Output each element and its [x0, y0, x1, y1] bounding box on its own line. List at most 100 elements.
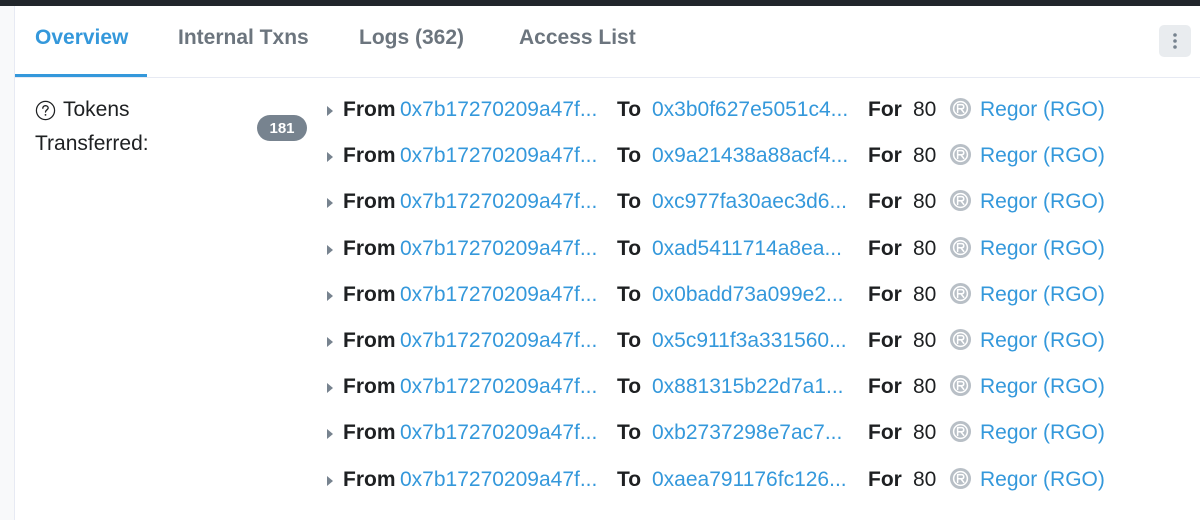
from-label: From	[343, 236, 396, 260]
token-transfer-row: From 0x7b17270209a47f... To 0x9a21438a88acf…	[327, 141, 1187, 171]
token-transfer-row: From 0x7b17270209a47f... To 0xaea791176fc12…	[327, 465, 1187, 495]
token-name-link[interactable]: Regor (RGO)	[980, 144, 1105, 168]
expand-caret-icon[interactable]	[327, 475, 333, 486]
from-address-link[interactable]: 0x7b17270209a47f...	[400, 237, 597, 261]
from-label: From	[343, 98, 396, 121]
for-label: For	[868, 467, 902, 491]
token-transfer-row: From 0x7b17270209a47f... To 0x5c911f3a33156…	[327, 326, 1187, 356]
tab-internal-txns[interactable]: Internal Txns	[178, 26, 309, 50]
transfer-amount: 80	[913, 375, 937, 399]
for-label: For	[868, 144, 902, 168]
to-label: To	[617, 282, 642, 306]
expand-caret-icon[interactable]	[327, 152, 333, 163]
token-transfer-row: From 0x7b17270209a47f... To 0x881315b22d7a1…	[327, 372, 1187, 402]
from-address-link[interactable]: 0x7b17270209a47f...	[400, 98, 597, 122]
from-label: From	[343, 144, 396, 168]
expand-caret-icon[interactable]	[327, 198, 333, 209]
token-name-link[interactable]: Regor (RGO)	[980, 375, 1105, 399]
transfer-amount: 80	[913, 190, 937, 214]
regor-token-icon	[949, 189, 972, 212]
from-label: From	[343, 329, 396, 352]
to-address-link[interactable]: 0x5c911f3a331560...	[652, 329, 847, 353]
regor-token-icon	[949, 236, 972, 259]
from-address-link[interactable]: 0x7b17270209a47f...	[400, 468, 597, 492]
to-label: To	[617, 98, 642, 121]
regor-token-icon	[949, 143, 972, 166]
transfer-amount: 80	[913, 236, 937, 260]
transfer-amount: 80	[913, 282, 937, 306]
transfer-amount: 80	[913, 421, 937, 445]
token-transfer-row: From 0x7b17270209a47f... To 0x3b0f627e5051c…	[327, 95, 1187, 125]
from-label: From	[343, 190, 396, 214]
from-address-link[interactable]: 0x7b17270209a47f...	[400, 375, 597, 399]
expand-caret-icon[interactable]	[327, 106, 333, 116]
token-name-link[interactable]: Regor (RGO)	[980, 237, 1105, 261]
regor-token-icon	[949, 467, 972, 490]
from-label: From	[343, 375, 396, 399]
to-address-link[interactable]: 0x9a21438a88acf4...	[652, 144, 848, 168]
to-address-link[interactable]: 0xb2737298e7ac7...	[652, 421, 842, 445]
transfer-count-badge: 181	[257, 115, 307, 141]
to-address-link[interactable]: 0xc977fa30aec3d6...	[652, 190, 847, 214]
to-label: To	[617, 236, 642, 260]
for-label: For	[868, 282, 902, 306]
to-address-link[interactable]: 0x0badd73a099e2...	[652, 283, 844, 307]
expand-caret-icon[interactable]	[327, 429, 333, 440]
token-name-link[interactable]: Regor (RGO)	[980, 421, 1105, 445]
transfer-amount: 80	[913, 329, 937, 352]
tab-bar: Overview Internal Txns Logs (362) Access…	[15, 6, 1200, 78]
token-transfer-row: From 0x7b17270209a47f... To 0xad5411714a8ea…	[327, 234, 1187, 264]
regor-token-icon	[949, 97, 972, 120]
tab-access-list[interactable]: Access List	[519, 26, 636, 50]
for-label: For	[868, 236, 902, 260]
to-label: To	[617, 190, 642, 214]
regor-token-icon	[949, 374, 972, 397]
from-address-link[interactable]: 0x7b17270209a47f...	[400, 144, 597, 168]
transfer-amount: 80	[913, 98, 937, 121]
token-name-link[interactable]: Regor (RGO)	[980, 98, 1105, 122]
to-address-link[interactable]: 0x881315b22d7a1...	[652, 375, 844, 399]
expand-caret-icon[interactable]	[327, 383, 333, 394]
for-label: For	[868, 190, 902, 214]
vertical-dots-icon	[1173, 33, 1177, 49]
from-address-link[interactable]: 0x7b17270209a47f...	[400, 190, 597, 214]
token-name-link[interactable]: Regor (RGO)	[980, 468, 1105, 492]
expand-caret-icon[interactable]	[327, 244, 333, 255]
expand-caret-icon[interactable]	[327, 337, 333, 347]
to-label: To	[617, 375, 642, 399]
token-transfer-row: From 0x7b17270209a47f... To 0xb2737298e7ac7…	[327, 418, 1187, 448]
for-label: For	[868, 329, 902, 352]
from-address-link[interactable]: 0x7b17270209a47f...	[400, 283, 597, 307]
token-name-link[interactable]: Regor (RGO)	[980, 190, 1105, 214]
transaction-card: Overview Internal Txns Logs (362) Access…	[14, 6, 1200, 520]
token-transfer-row: From 0x7b17270209a47f... To 0x0badd73a099e2…	[327, 280, 1187, 310]
active-tab-indicator	[15, 74, 147, 77]
token-name-link[interactable]: Regor (RGO)	[980, 329, 1105, 353]
from-label: From	[343, 282, 396, 306]
label-transferred: Transferred:	[35, 132, 149, 155]
regor-token-icon	[949, 420, 972, 443]
for-label: For	[868, 98, 902, 121]
to-label: To	[617, 467, 642, 491]
to-label: To	[617, 329, 642, 352]
to-address-link[interactable]: 0xad5411714a8ea...	[652, 237, 842, 261]
to-address-link[interactable]: 0x3b0f627e5051c4...	[652, 98, 848, 122]
tab-logs[interactable]: Logs (362)	[359, 26, 464, 50]
token-name-link[interactable]: Regor (RGO)	[980, 283, 1105, 307]
transfer-amount: 80	[913, 467, 937, 491]
regor-token-icon	[949, 282, 972, 305]
question-circle-icon[interactable]	[35, 100, 56, 121]
for-label: For	[868, 421, 902, 445]
expand-caret-icon[interactable]	[327, 290, 333, 301]
to-address-link[interactable]: 0xaea791176fc126...	[652, 468, 847, 492]
tab-overview[interactable]: Overview	[35, 26, 128, 50]
for-label: For	[868, 375, 902, 399]
from-label: From	[343, 467, 396, 491]
label-tokens: Tokens	[63, 98, 130, 121]
more-options-button[interactable]	[1159, 25, 1191, 57]
from-label: From	[343, 421, 396, 445]
from-address-link[interactable]: 0x7b17270209a47f...	[400, 421, 597, 445]
from-address-link[interactable]: 0x7b17270209a47f...	[400, 329, 597, 353]
transfer-amount: 80	[913, 144, 937, 168]
regor-token-icon	[949, 328, 972, 351]
